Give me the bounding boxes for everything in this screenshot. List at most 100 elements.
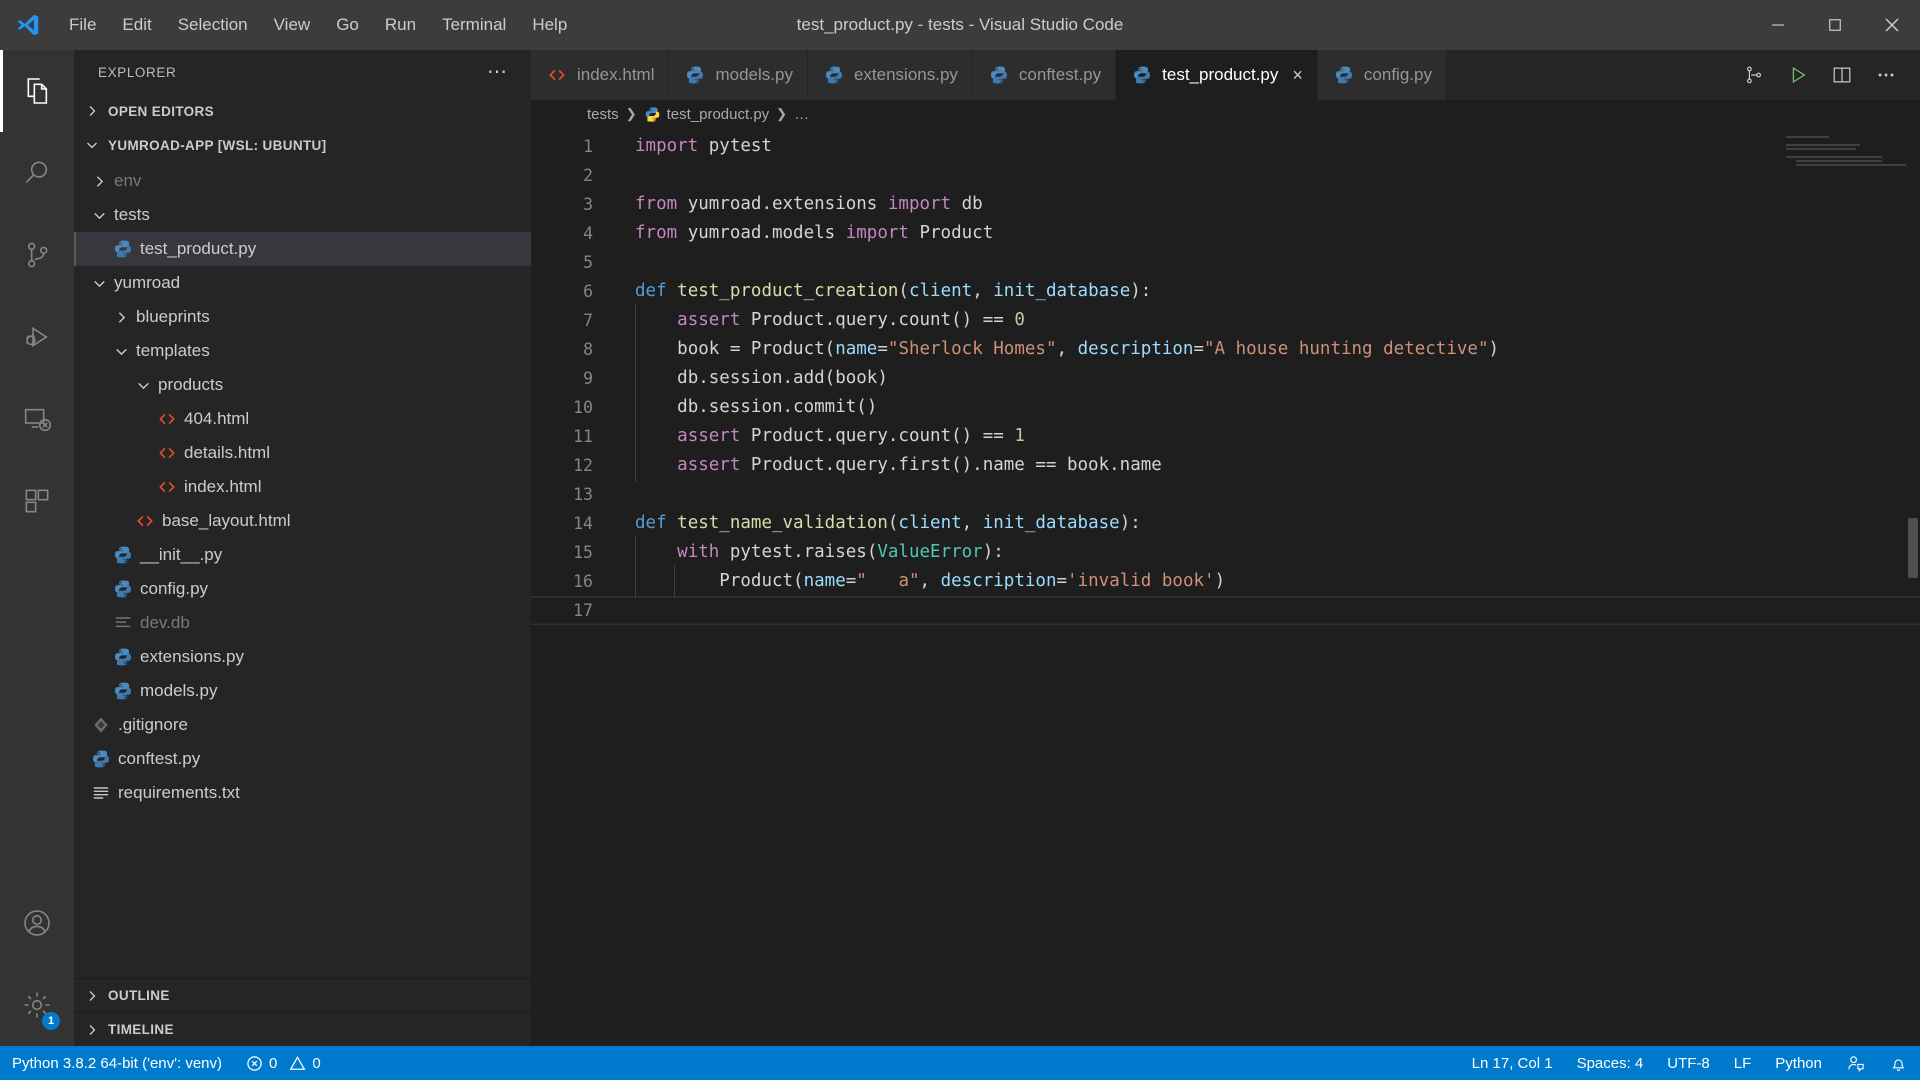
code-line-17[interactable]: 17 <box>531 596 1920 625</box>
activitybar-item-explorer[interactable] <box>0 50 74 132</box>
close-icon[interactable]: × <box>1288 66 1303 84</box>
code-line-text[interactable]: from yumroad.models import Product <box>593 219 993 248</box>
status-python-interpreter[interactable]: Python 3.8.2 64-bit ('env': venv) <box>0 1046 234 1080</box>
code-line-12[interactable]: 12 assert Product.query.first().name == … <box>531 449 1920 482</box>
editor-tab-extensions-py[interactable]: extensions.py <box>807 50 973 100</box>
code-line-14[interactable]: 14 def test_name_validation(client, init_… <box>531 509 1920 538</box>
scrollbar-thumb[interactable] <box>1908 518 1918 578</box>
code-line-15[interactable]: 15 with pytest.raises(ValueError): <box>531 536 1920 569</box>
section-open-editors[interactable]: OPEN EDITORS <box>74 94 531 128</box>
activitybar-item-extensions[interactable] <box>0 460 74 542</box>
code-line-text[interactable]: assert Product.query.count() == 1 <box>593 420 1025 453</box>
editor-tab-index-html[interactable]: index.html <box>531 50 670 100</box>
split-editor-icon[interactable] <box>1822 50 1862 100</box>
tree-item-env[interactable]: env <box>74 164 531 198</box>
code-line-text[interactable]: def test_product_creation(client, init_d… <box>593 277 1151 306</box>
code-line-text[interactable]: def test_name_validation(client, init_da… <box>593 509 1141 538</box>
breadcrumb-item-folder[interactable]: tests <box>587 106 619 123</box>
code-line-5[interactable]: 5 <box>531 248 1920 277</box>
tree-item-base-layout-html[interactable]: base_layout.html <box>74 504 531 538</box>
editor-tab-models-py[interactable]: models.py <box>669 50 808 100</box>
tree-item-404-html[interactable]: 404.html <box>74 402 531 436</box>
play-icon[interactable] <box>1778 50 1818 100</box>
tree-item-details-html[interactable]: details.html <box>74 436 531 470</box>
tree-item-test-product-py[interactable]: test_product.py <box>74 232 531 266</box>
code-line-text[interactable]: db.session.add(book) <box>593 362 888 395</box>
tree-item-products[interactable]: products <box>74 368 531 402</box>
minimap[interactable] <box>1786 136 1906 176</box>
maximize-button[interactable] <box>1806 0 1863 50</box>
code-line-11[interactable]: 11 assert Product.query.count() == 1 <box>531 420 1920 453</box>
code-content[interactable]: 1 import pytest 2 3 from yumroad.extensions … <box>531 128 1920 625</box>
status-live-share[interactable] <box>1834 1046 1877 1080</box>
activitybar-item-run-and-debug[interactable] <box>0 296 74 378</box>
tree-item-blueprints[interactable]: blueprints <box>74 300 531 334</box>
editor-tab-conftest-py[interactable]: conftest.py <box>972 50 1117 100</box>
tree-item-requirements-txt[interactable]: requirements.txt <box>74 776 531 810</box>
code-line-7[interactable]: 7 assert Product.query.count() == 0 <box>531 304 1920 337</box>
code-line-6[interactable]: 6 def test_product_creation(client, init_… <box>531 277 1920 306</box>
menu-selection[interactable]: Selection <box>165 10 261 40</box>
status-eol[interactable]: LF <box>1722 1046 1764 1080</box>
activitybar-item-accounts[interactable] <box>0 882 74 964</box>
menu-file[interactable]: File <box>56 10 109 40</box>
breadcrumb-item-file[interactable]: test_product.py <box>644 106 769 123</box>
panel-outline[interactable]: OUTLINE <box>74 978 531 1012</box>
ellipsis-icon[interactable] <box>1866 50 1906 100</box>
breadcrumb-item-symbol[interactable]: … <box>794 106 809 123</box>
code-line-text[interactable]: book = Product(name="Sherlock Homes", de… <box>593 333 1499 366</box>
tree-item--gitignore[interactable]: .gitignore <box>74 708 531 742</box>
code-line-3[interactable]: 3 from yumroad.extensions import db <box>531 190 1920 219</box>
code-line-9[interactable]: 9 db.session.add(book) <box>531 362 1920 395</box>
tree-item-tests[interactable]: tests <box>74 198 531 232</box>
tree-item-dev-db[interactable]: dev.db <box>74 606 531 640</box>
code-line-text[interactable]: assert Product.query.count() == 0 <box>593 304 1025 337</box>
tree-item-config-py[interactable]: config.py <box>74 572 531 606</box>
status-indentation[interactable]: Spaces: 4 <box>1565 1046 1656 1080</box>
tree-item-models-py[interactable]: models.py <box>74 674 531 708</box>
activitybar-item-settings[interactable]: 1 <box>0 964 74 1046</box>
code-line-text[interactable]: import pytest <box>593 132 772 161</box>
activitybar-item-remote-explorer[interactable] <box>0 378 74 460</box>
tree-item-conftest-py[interactable]: conftest.py <box>74 742 531 776</box>
menu-edit[interactable]: Edit <box>109 10 164 40</box>
branch-icon[interactable] <box>1734 50 1774 100</box>
code-line-text[interactable]: from yumroad.extensions import db <box>593 190 983 219</box>
code-line-text[interactable]: with pytest.raises(ValueError): <box>593 536 1004 569</box>
code-line-16[interactable]: 16 Product(name=" a", description='inval… <box>531 565 1920 598</box>
code-line-1[interactable]: 1 import pytest <box>531 132 1920 161</box>
ellipsis-icon[interactable]: ⋯ <box>477 62 519 82</box>
code-line-8[interactable]: 8 book = Product(name="Sherlock Homes", … <box>531 333 1920 366</box>
tree-item-extensions-py[interactable]: extensions.py <box>74 640 531 674</box>
status-cursor-position[interactable]: Ln 17, Col 1 <box>1460 1046 1565 1080</box>
editor-scrollbar[interactable] <box>1906 128 1920 1046</box>
code-line-text[interactable]: db.session.commit() <box>593 391 877 424</box>
code-line-4[interactable]: 4 from yumroad.models import Product <box>531 219 1920 248</box>
editor-tab-test-product-py[interactable]: test_product.py × <box>1116 50 1318 100</box>
tree-item--init-py[interactable]: __init__.py <box>74 538 531 572</box>
minimize-button[interactable] <box>1749 0 1806 50</box>
status-encoding[interactable]: UTF-8 <box>1655 1046 1722 1080</box>
menu-help[interactable]: Help <box>519 10 580 40</box>
menu-go[interactable]: Go <box>323 10 372 40</box>
code-line-text[interactable]: Product(name=" a", description='invalid … <box>593 565 1225 598</box>
menu-run[interactable]: Run <box>372 10 429 40</box>
section-workspace[interactable]: YUMROAD-APP [WSL: UBUNTU] <box>74 128 531 162</box>
tree-item-index-html[interactable]: index.html <box>74 470 531 504</box>
menu-view[interactable]: View <box>261 10 324 40</box>
code-line-10[interactable]: 10 db.session.commit() <box>531 391 1920 424</box>
status-problems[interactable]: 0 0 <box>234 1046 333 1080</box>
panel-timeline[interactable]: TIMELINE <box>74 1012 531 1046</box>
code-line-2[interactable]: 2 <box>531 161 1920 190</box>
status-language-mode[interactable]: Python <box>1763 1046 1834 1080</box>
editor-tab-config-py[interactable]: config.py <box>1317 50 1447 100</box>
code-line-13[interactable]: 13 <box>531 480 1920 509</box>
tree-item-templates[interactable]: templates <box>74 334 531 368</box>
activitybar-item-search[interactable] <box>0 132 74 214</box>
code-line-text[interactable]: assert Product.query.first().name == boo… <box>593 449 1162 482</box>
code-editor[interactable]: 1 import pytest 2 3 from yumroad.extensions … <box>531 128 1920 1046</box>
menu-terminal[interactable]: Terminal <box>429 10 519 40</box>
status-notifications[interactable] <box>1877 1046 1920 1080</box>
activitybar-item-source-control[interactable] <box>0 214 74 296</box>
tree-item-yumroad[interactable]: yumroad <box>74 266 531 300</box>
